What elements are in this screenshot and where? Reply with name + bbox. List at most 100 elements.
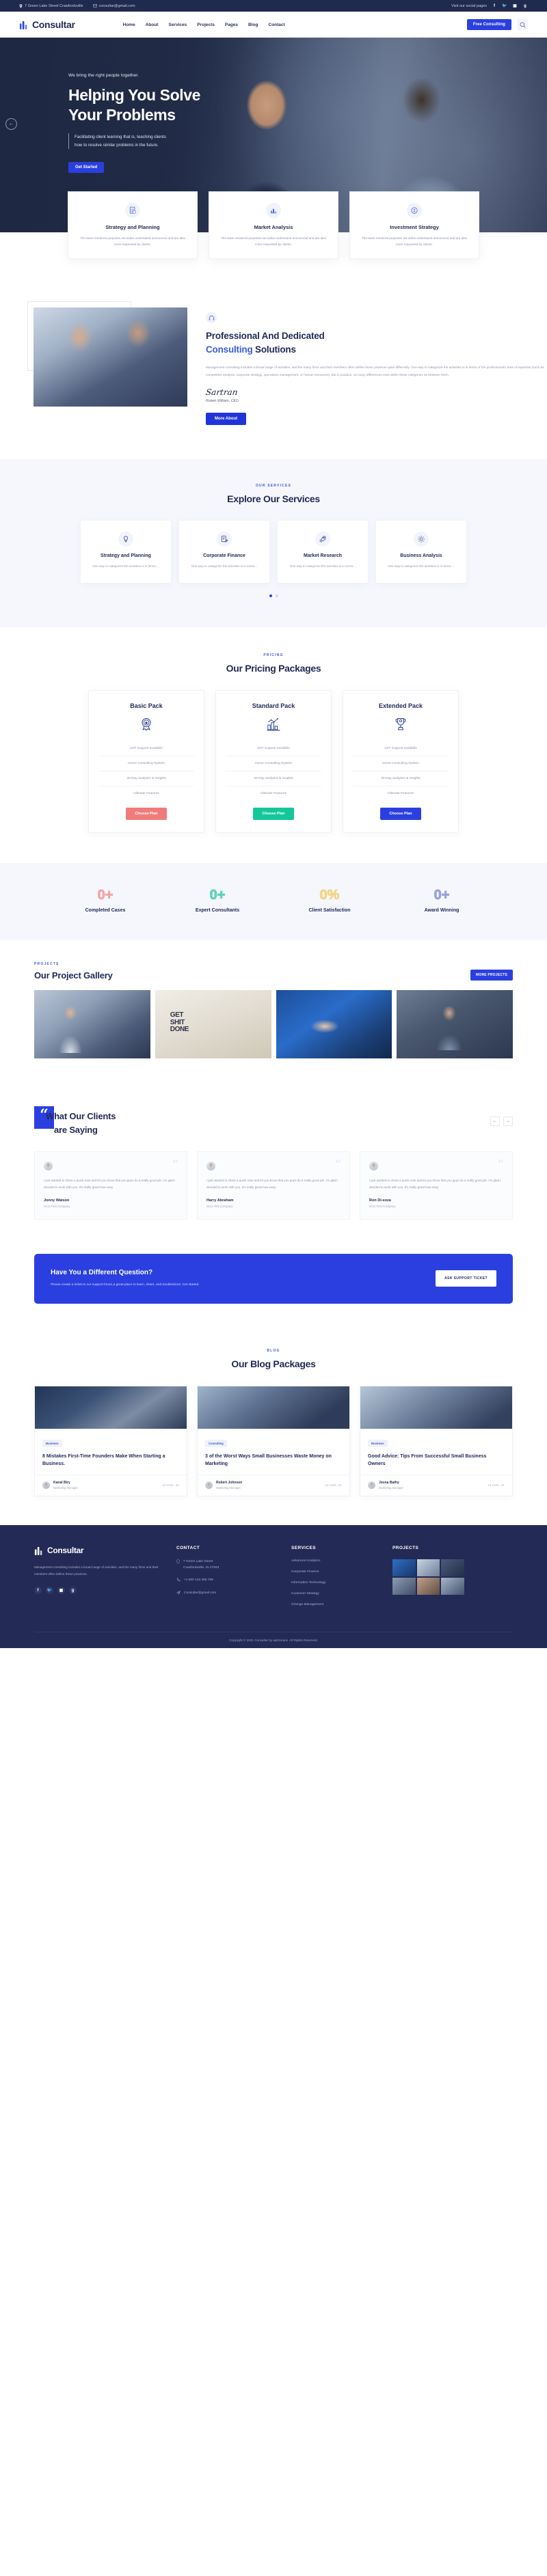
counter-client-satisfaction: 0% Client Satisfaction <box>289 888 371 914</box>
blog-tag[interactable]: Consulting <box>205 1439 227 1447</box>
footer-service-link[interactable]: Change Management <box>291 1603 380 1606</box>
testimonial-name: Jonny Watson <box>44 1198 70 1203</box>
footer-phone[interactable]: +1 800 123 456 789 <box>176 1578 279 1584</box>
carousel-dot-1[interactable] <box>269 594 272 598</box>
header-actions: Free Consulting <box>466 19 528 30</box>
ask-support-ticket-button[interactable]: ASK SUPPORT TICKET <box>435 1270 496 1287</box>
nav-item-about[interactable]: About <box>146 23 159 27</box>
blog-tag[interactable]: Business <box>42 1439 62 1447</box>
footer-project-thumb[interactable] <box>416 1559 440 1576</box>
footer-project-thumb[interactable] <box>441 1577 464 1595</box>
testimonials-next-button[interactable]: → <box>503 1116 513 1127</box>
testimonials-title-line2: are Saying <box>54 1124 98 1135</box>
hero-description: Facilitating client learning that is, te… <box>68 133 547 150</box>
testimonial-name: Harry Abraham <box>206 1198 234 1203</box>
counter-expert-consultants: 0+ Expert Consultants <box>176 888 258 914</box>
google-plus-icon[interactable]: g <box>522 3 528 9</box>
footer-project-thumb[interactable] <box>416 1577 440 1595</box>
nav-item-home[interactable]: Home <box>123 23 135 27</box>
feature-card-investment[interactable]: Investment Strategy The team rendered pu… <box>349 191 479 260</box>
footer-projects-grid <box>392 1559 464 1595</box>
pricing-card-standard[interactable]: Standard Pack 24/7 Support available Hom… <box>215 690 332 834</box>
site-footer: Consultar Management consulting includes… <box>0 1524 547 1648</box>
nav-item-services[interactable]: Services <box>168 23 187 27</box>
instagram-icon[interactable]: ▣ <box>57 1587 65 1595</box>
footer-email[interactable]: Consultar@gmail.com <box>176 1591 279 1597</box>
nav-item-projects[interactable]: Projects <box>197 23 215 27</box>
service-card-strategy[interactable]: Strategy and Planning One way to categor… <box>81 520 171 584</box>
gallery-tile-handshake[interactable] <box>276 990 392 1059</box>
quote-decor-icon: “ <box>497 1157 504 1171</box>
pricing-card-basic[interactable]: Basic Pack 24/7 Support available Home C… <box>88 690 204 834</box>
footer-service-link[interactable]: Information Technology <box>291 1581 380 1585</box>
footer-project-thumb[interactable] <box>441 1559 464 1576</box>
testimonials-prev-button[interactable]: ← <box>490 1116 500 1127</box>
cta-title: Have You a Different Question? <box>51 1269 153 1277</box>
carousel-dot-2[interactable] <box>275 594 278 598</box>
footer-service-link[interactable]: Advanced Analytics <box>291 1559 380 1563</box>
plan-features: 24/7 Support available Home Consulting S… <box>98 741 194 801</box>
gallery-section: PROJECTS Our Project Gallery MORE PROJEC… <box>0 940 547 1086</box>
google-plus-icon[interactable]: g <box>69 1587 77 1595</box>
hero-prev-arrow[interactable]: ← <box>5 118 17 130</box>
topbar-email[interactable]: consultar@gmail.com <box>92 4 135 8</box>
rocket-icon <box>315 531 330 547</box>
testimonial-card: “ I just wanted to share a quick note an… <box>34 1151 187 1220</box>
envelope-icon <box>92 4 97 8</box>
quote-decor-icon: “ <box>172 1157 178 1171</box>
nav-item-blog[interactable]: Blog <box>248 23 258 27</box>
footer-project-thumb[interactable] <box>392 1577 416 1595</box>
choose-plan-button[interactable]: Choose Plan <box>253 808 294 821</box>
blog-tag[interactable]: Business <box>368 1439 388 1447</box>
plan-feature: Ultimate Features <box>388 792 414 796</box>
service-title: Strategy and Planning <box>101 553 151 558</box>
gallery-tile-get-shit-done[interactable] <box>155 990 271 1059</box>
blog-kicker: BLOG <box>267 1348 280 1353</box>
search-icon[interactable] <box>517 19 528 30</box>
service-card-analysis[interactable]: Business Analysis One way to categorize … <box>376 520 466 584</box>
pricing-section: PRICING Our Pricing Packages Basic Pack … <box>0 627 547 864</box>
choose-plan-button[interactable]: Choose Plan <box>380 808 421 821</box>
blog-date: 14 AUG, 21 <box>488 1483 505 1487</box>
free-consulting-button[interactable]: Free Consulting <box>466 19 511 30</box>
blog-thumbnail-handshake <box>35 1386 187 1429</box>
gear-icon <box>414 531 429 547</box>
choose-plan-button[interactable]: Choose Plan <box>126 808 167 821</box>
pricing-card-extended[interactable]: Extended Pack 24/7 Support available Hom… <box>343 690 459 834</box>
plan-name: Standard Pack <box>252 702 295 710</box>
footer-copyright: Copyright © 2021 Consultar by wpOceans. … <box>34 1631 513 1648</box>
footer-address-line1: 7 Green Lake Street <box>183 1559 213 1563</box>
gallery-tile-business-women[interactable] <box>34 990 150 1059</box>
twitter-icon[interactable]: 🐦 <box>502 3 507 9</box>
footer-service-link[interactable]: Corporate Finance <box>291 1570 380 1574</box>
facebook-icon[interactable]: f <box>34 1587 42 1595</box>
counter-label: Completed Cases <box>85 908 126 914</box>
service-card-finance[interactable]: Corporate Finance One way to categorize … <box>179 520 269 584</box>
service-desc: One way to categorize the activities is … <box>289 564 356 568</box>
hero-kicker: We bring the right people together. <box>68 73 139 78</box>
service-card-research[interactable]: Market Research One way to categorize th… <box>278 520 368 584</box>
footer-brand-logo[interactable]: Consultar <box>34 1546 164 1556</box>
get-started-button[interactable]: Get Started <box>68 162 105 174</box>
blog-card[interactable]: Business 8 Mistakes First-Time Founders … <box>34 1385 187 1496</box>
footer-service-link[interactable]: Customer Strategy <box>291 1592 380 1595</box>
blog-card[interactable]: Consulting 3 of the Worst Ways Small Bus… <box>197 1385 350 1496</box>
counter-value: 0+ <box>209 888 226 903</box>
more-about-button[interactable]: More About <box>206 412 247 425</box>
blog-date: 14 AUG, 21 <box>162 1483 179 1487</box>
feature-card-strategy[interactable]: Strategy and Planning The team rendered … <box>68 191 198 260</box>
brand-logo[interactable]: Consultar <box>19 19 75 30</box>
plan-feature: Ultimate Features <box>261 792 286 796</box>
instagram-icon[interactable]: ▣ <box>512 3 518 9</box>
nav-item-pages[interactable]: Pages <box>225 23 238 27</box>
blog-card[interactable]: Business Good Advice: Tips From Successf… <box>360 1385 513 1496</box>
nav-item-contact[interactable]: Contact <box>269 23 285 27</box>
feature-card-market[interactable]: Market Analysis The team rendered purpos… <box>209 191 338 260</box>
facebook-icon[interactable]: f <box>492 3 497 9</box>
footer-project-thumb[interactable] <box>392 1559 416 1576</box>
pricing-kicker: PRICING <box>263 653 284 658</box>
gallery-tile-office-meeting[interactable] <box>397 990 513 1059</box>
twitter-icon[interactable]: 🐦 <box>46 1587 53 1595</box>
about-body: Management consulting includes a broad r… <box>206 365 544 376</box>
more-projects-button[interactable]: MORE PROJECTS <box>470 970 513 981</box>
